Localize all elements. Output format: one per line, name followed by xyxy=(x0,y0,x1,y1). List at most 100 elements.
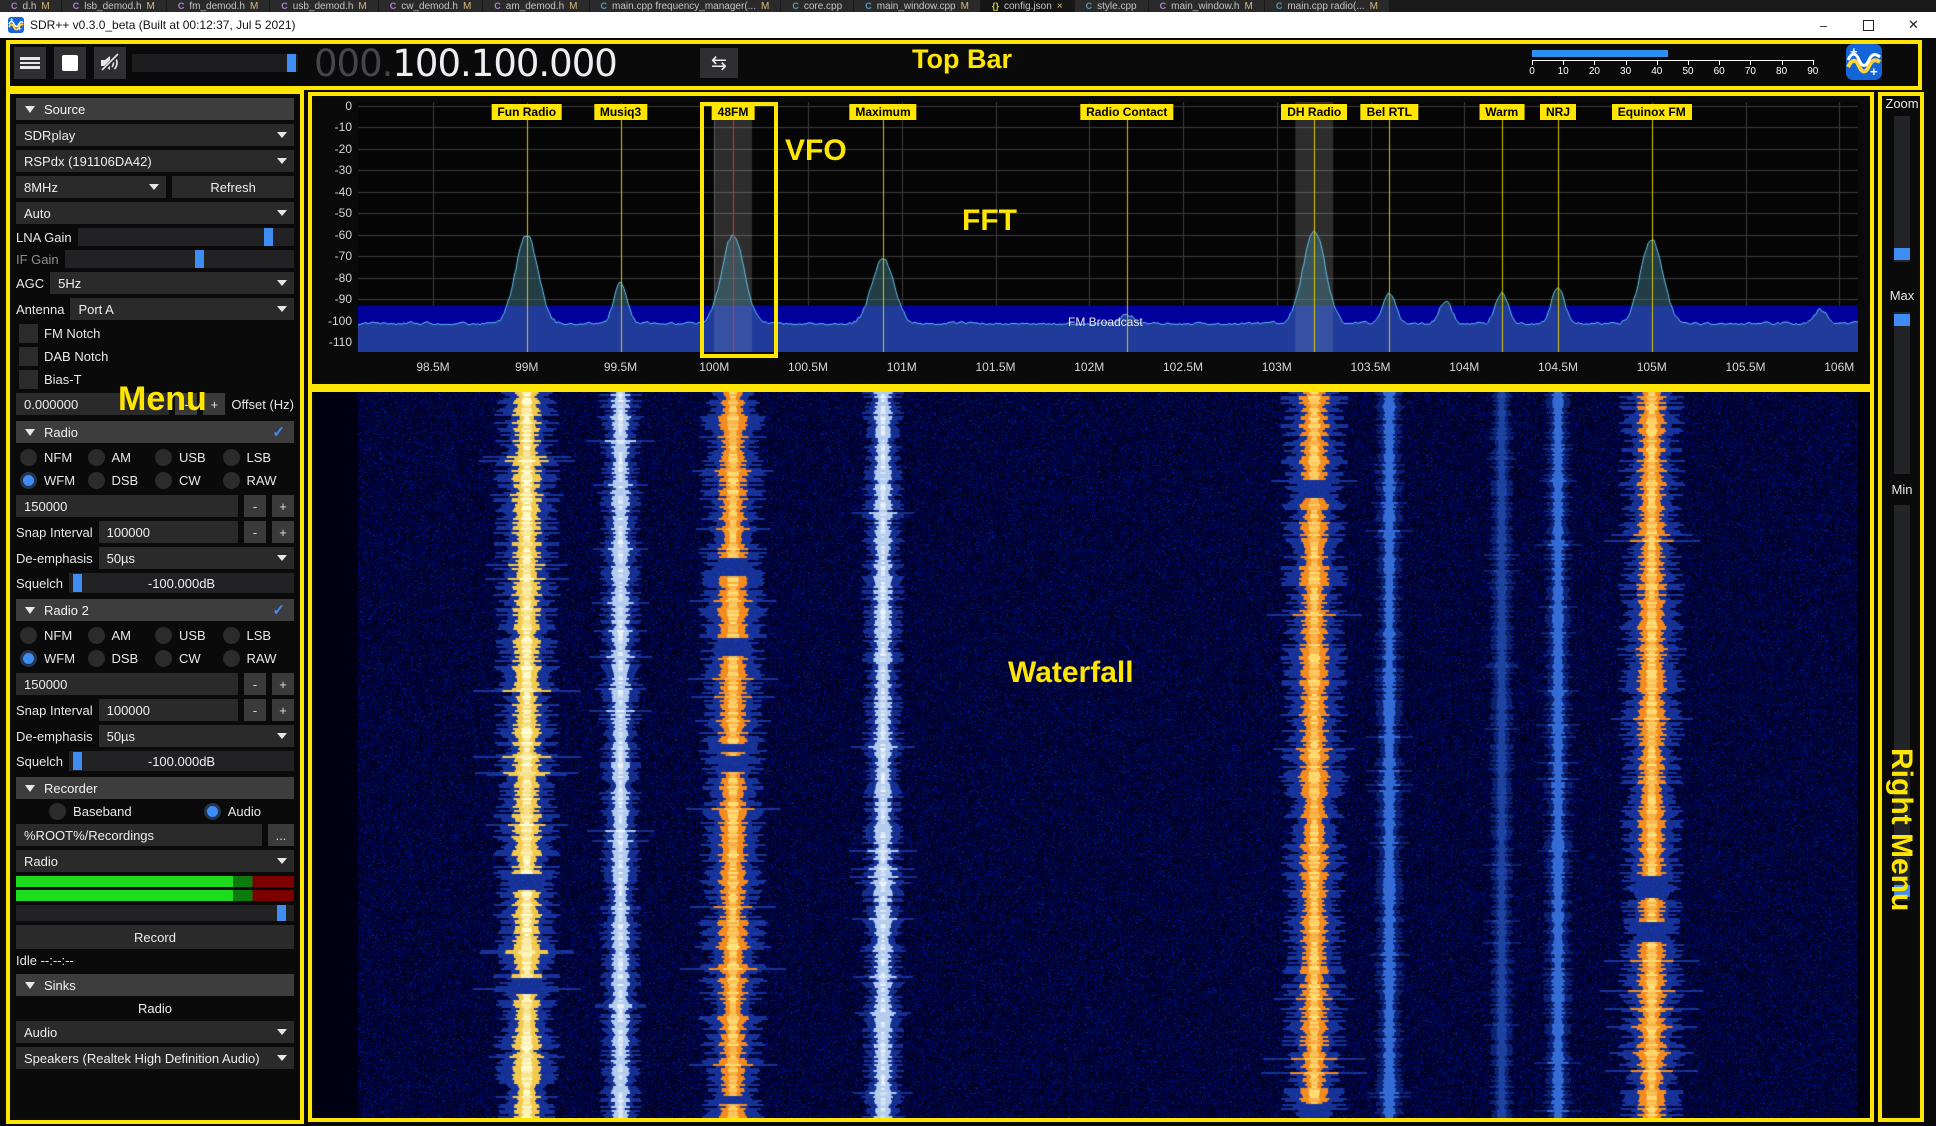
editor-tab[interactable]: Cmain_window.h M xyxy=(1149,0,1264,12)
radio2-squelch-slider[interactable]: -100.000dB xyxy=(69,751,294,771)
radio-dot xyxy=(88,627,105,644)
recorder-stream-select[interactable]: Radio xyxy=(16,850,294,872)
minimize-button[interactable]: – xyxy=(1801,12,1846,38)
tuning-mode-button[interactable]: ⇆ xyxy=(700,48,738,78)
editor-tab[interactable]: Cmain_window.cpp M xyxy=(854,0,980,12)
editor-tab[interactable]: Cam_demod.h M xyxy=(483,0,588,12)
samplerate-select[interactable]: 8MHz xyxy=(16,176,166,198)
radio1-section-header[interactable]: Radio✓ xyxy=(16,421,294,443)
radio2-mode-raw[interactable]: RAW xyxy=(223,650,291,667)
radio1-squelch-slider[interactable]: -100.000dB xyxy=(69,573,294,593)
editor-tab[interactable]: Cstyle.cpp xyxy=(1075,0,1148,12)
source-device-select[interactable]: RSPdx (191106DA42) xyxy=(16,150,294,172)
radio1-bandwidth-plus-button[interactable]: + xyxy=(272,495,294,517)
agc-speed-select[interactable]: 5Hz xyxy=(50,272,294,294)
recorder-volume-handle[interactable] xyxy=(277,905,286,921)
radio2-section-header[interactable]: Radio 2✓ xyxy=(16,599,294,621)
radio1-mode-raw[interactable]: RAW xyxy=(223,472,291,489)
radio1-mode-wfm[interactable]: WFM xyxy=(20,472,88,489)
mute-button[interactable] xyxy=(94,47,126,79)
lna-gain-handle[interactable] xyxy=(264,228,273,246)
editor-tab[interactable]: Cd.h M xyxy=(0,0,61,12)
radio2-mode-dsb[interactable]: DSB xyxy=(88,650,156,667)
radio1-deemphasis-select[interactable]: 50µs xyxy=(99,547,294,569)
agc-mode-select[interactable]: Auto xyxy=(16,202,294,224)
if-gain-handle[interactable] xyxy=(195,250,204,268)
bias-t-checkbox[interactable] xyxy=(19,370,38,389)
radio2-mode-am[interactable]: AM xyxy=(88,627,156,644)
radio2-mode-usb[interactable]: USB xyxy=(155,627,223,644)
recorder-mode-audio[interactable]: Audio xyxy=(204,803,261,820)
editor-tab[interactable]: Ccore.cpp xyxy=(781,0,853,12)
radio1-mode-usb[interactable]: USB xyxy=(155,449,223,466)
record-button[interactable]: Record xyxy=(16,925,294,949)
min-slider[interactable] xyxy=(1894,505,1910,901)
waterfall[interactable] xyxy=(358,392,1858,1118)
editor-tab[interactable]: Cfm_demod.h M xyxy=(167,0,269,12)
radio1-mode-lsb[interactable]: LSB xyxy=(223,449,291,466)
frequency-display[interactable]: 000.100.100.000 xyxy=(314,42,617,85)
radio1-bandwidth-input[interactable]: 150000 xyxy=(16,495,238,517)
radio1-mode-dsb[interactable]: DSB xyxy=(88,472,156,489)
radio2-mode-cw[interactable]: CW xyxy=(155,650,223,667)
recorder-section-header[interactable]: Recorder xyxy=(16,777,294,799)
radio2-enabled-check[interactable]: ✓ xyxy=(272,601,285,619)
lna-gain-slider[interactable] xyxy=(78,228,294,246)
zoom-slider-handle[interactable] xyxy=(1894,248,1910,260)
radio2-bandwidth-input[interactable]: 150000 xyxy=(16,673,238,695)
refresh-button[interactable]: Refresh xyxy=(172,176,294,198)
editor-tab[interactable]: {}config.json × xyxy=(981,0,1074,12)
radio2-snap-minus-button[interactable]: - xyxy=(244,699,266,721)
editor-tab[interactable]: Cmain.cpp radio(... M xyxy=(1265,0,1389,12)
menu-toggle-button[interactable] xyxy=(14,47,46,79)
radio2-mode-nfm[interactable]: NFM xyxy=(20,627,88,644)
stop-button[interactable] xyxy=(54,47,86,79)
radio1-mode-nfm[interactable]: NFM xyxy=(20,449,88,466)
source-section-header[interactable]: Source xyxy=(16,98,294,120)
radio1-bandwidth-minus-button[interactable]: - xyxy=(244,495,266,517)
recorder-mode-baseband[interactable]: Baseband xyxy=(49,803,132,820)
sink-type-select[interactable]: Audio xyxy=(16,1021,294,1043)
radio1-squelch-handle[interactable] xyxy=(73,574,82,592)
offset-minus-button[interactable]: - xyxy=(175,393,197,415)
browse-button[interactable]: ... xyxy=(268,824,294,846)
zoom-slider[interactable] xyxy=(1894,116,1910,262)
radio2-deemphasis-select[interactable]: 50µs xyxy=(99,725,294,747)
max-slider-handle[interactable] xyxy=(1894,314,1910,326)
editor-tab[interactable]: Clsb_demod.h M xyxy=(62,0,166,12)
tab-close-icon[interactable]: × xyxy=(1057,1,1063,12)
radio1-snap-input[interactable]: 100000 xyxy=(99,521,238,543)
radio2-squelch-handle[interactable] xyxy=(73,752,82,770)
min-slider-handle[interactable] xyxy=(1894,885,1910,897)
dab-notch-checkbox[interactable] xyxy=(19,347,38,366)
radio1-mode-cw[interactable]: CW xyxy=(155,472,223,489)
radio1-mode-am[interactable]: AM xyxy=(88,449,156,466)
offset-input[interactable]: 0.000000 xyxy=(16,393,169,415)
editor-tab[interactable]: Cusb_demod.h M xyxy=(270,0,377,12)
radio1-snap-plus-button[interactable]: + xyxy=(272,521,294,543)
volume-slider[interactable] xyxy=(132,54,298,72)
sink-device-select[interactable]: Speakers (Realtek High Definition Audio) xyxy=(16,1047,294,1069)
close-button[interactable]: ✕ xyxy=(1891,12,1936,38)
radio2-snap-plus-button[interactable]: + xyxy=(272,699,294,721)
antenna-select[interactable]: Port A xyxy=(70,298,294,320)
radio1-enabled-check[interactable]: ✓ xyxy=(272,423,285,441)
volume-slider-handle[interactable] xyxy=(287,54,296,72)
radio2-mode-wfm[interactable]: WFM xyxy=(20,650,88,667)
if-gain-slider[interactable] xyxy=(65,250,294,268)
radio1-snap-minus-button[interactable]: - xyxy=(244,521,266,543)
maximize-button[interactable] xyxy=(1846,12,1891,38)
sinks-section-header[interactable]: Sinks xyxy=(16,974,294,996)
fm-notch-checkbox[interactable] xyxy=(19,324,38,343)
editor-tab[interactable]: Ccw_demod.h M xyxy=(379,0,483,12)
radio2-mode-lsb[interactable]: LSB xyxy=(223,627,291,644)
radio2-bandwidth-minus-button[interactable]: - xyxy=(244,673,266,695)
radio2-snap-input[interactable]: 100000 xyxy=(99,699,238,721)
editor-tab[interactable]: Cmain.cpp frequency_manager(... M xyxy=(590,0,781,12)
recorder-volume-slider[interactable] xyxy=(16,905,294,921)
recorder-path-input[interactable]: %ROOT%/Recordings xyxy=(16,824,262,846)
source-driver-select[interactable]: SDRplay xyxy=(16,124,294,146)
max-slider[interactable] xyxy=(1894,312,1910,474)
offset-plus-button[interactable]: + xyxy=(203,393,225,415)
radio2-bandwidth-plus-button[interactable]: + xyxy=(272,673,294,695)
